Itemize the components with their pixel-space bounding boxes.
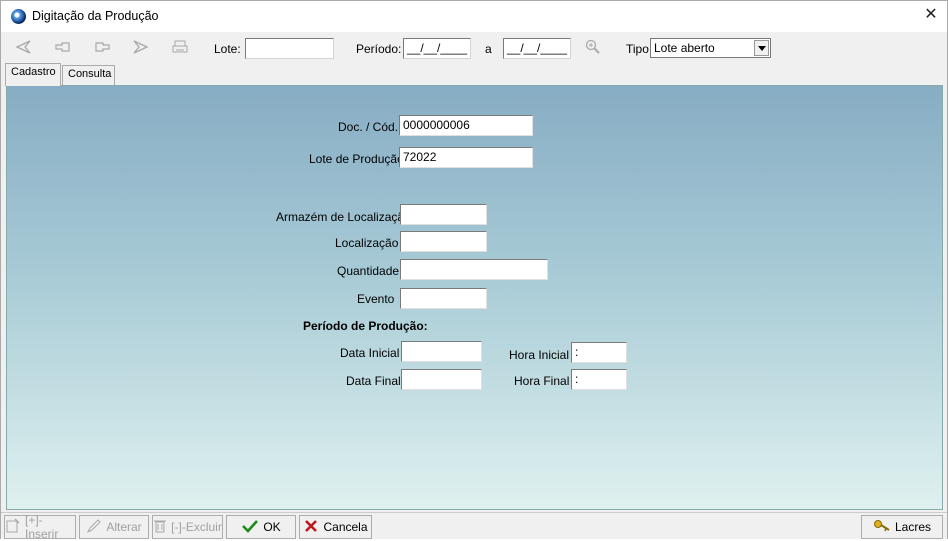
- tipo-label: Tipo: [626, 42, 649, 56]
- data-inicial-field[interactable]: [401, 341, 482, 362]
- cadastro-panel: Doc. / Cód. 0000000006 Lote de Produção …: [6, 85, 943, 510]
- alterar-button[interactable]: Alterar: [79, 515, 149, 539]
- tipo-selected-value: Lote aberto: [654, 41, 715, 55]
- last-icon[interactable]: [131, 39, 151, 57]
- data-final-label: Data Final: [346, 374, 401, 388]
- window-title: Digitação da Produção: [32, 9, 159, 23]
- excluir-label: [-]-Excluir: [171, 520, 222, 534]
- localizacao-label: Localização: [335, 236, 399, 250]
- ok-button[interactable]: OK: [226, 515, 296, 539]
- check-icon: [241, 518, 259, 536]
- cancela-label: Cancela: [323, 520, 368, 534]
- hora-inicial-label: Hora Inicial: [509, 348, 570, 362]
- periodo-fim-input[interactable]: __/__/____: [503, 38, 571, 59]
- periodo-separator: a: [485, 42, 492, 56]
- tab-cadastro[interactable]: Cadastro: [5, 63, 61, 86]
- periodo-inicio-input[interactable]: __/__/____: [403, 38, 471, 59]
- lacres-button[interactable]: Lacres: [861, 515, 943, 539]
- tab-consulta[interactable]: Consulta: [62, 65, 115, 85]
- cancel-x-icon: [303, 518, 319, 536]
- hora-inicial-field[interactable]: :: [571, 342, 627, 363]
- trash-icon: [153, 518, 167, 536]
- evento-field[interactable]: [400, 288, 487, 309]
- lacres-label: Lacres: [894, 520, 932, 534]
- excluir-button[interactable]: [-]-Excluir: [152, 515, 223, 539]
- lote-producao-label: Lote de Produção: [309, 152, 404, 166]
- localizacao-field[interactable]: [400, 231, 487, 252]
- periodo-label: Período:: [356, 42, 402, 56]
- close-icon[interactable]: ✕: [923, 7, 939, 23]
- window: Digitação da Produção ✕ Lote: Período: _…: [0, 0, 948, 541]
- doc-field[interactable]: 0000000006: [399, 115, 533, 136]
- insert-icon: [5, 518, 21, 536]
- next-icon[interactable]: [92, 39, 112, 57]
- first-icon[interactable]: [13, 39, 33, 57]
- lote-label: Lote:: [214, 42, 241, 56]
- ok-label: OK: [263, 520, 281, 534]
- lote-input[interactable]: [245, 38, 334, 59]
- magnifier-icon[interactable]: [583, 39, 603, 57]
- periodo-producao-title: Período de Produção:: [303, 319, 428, 333]
- previous-icon[interactable]: [53, 39, 73, 57]
- armazem-field[interactable]: [400, 204, 487, 225]
- quantidade-label: Quantidade: [337, 264, 400, 278]
- evento-label: Evento: [357, 292, 395, 306]
- data-final-field[interactable]: [401, 369, 482, 390]
- inserir-label: [+]-Inserir: [25, 513, 59, 541]
- hora-final-field[interactable]: :: [571, 369, 627, 390]
- doc-label: Doc. / Cód.: [338, 120, 399, 134]
- edit-icon: [86, 518, 102, 536]
- hora-final-label: Hora Final: [514, 374, 570, 388]
- armazem-label: Armazém de Localização: [276, 210, 411, 224]
- data-inicial-label: Data Inicial: [340, 346, 400, 360]
- alterar-label: Alterar: [106, 520, 142, 534]
- title-bar: Digitação da Produção ✕: [1, 1, 947, 32]
- lote-producao-field[interactable]: 72022: [399, 147, 533, 168]
- keys-icon: [873, 518, 891, 536]
- quantidade-field[interactable]: [400, 259, 548, 280]
- inserir-button[interactable]: [+]-Inserir: [4, 513, 76, 541]
- toolbar: Lote: Período: __/__/____ a __/__/____ T…: [1, 33, 947, 63]
- cancela-button[interactable]: Cancela: [299, 515, 372, 539]
- bottom-toolbar: [+]-Inserir Alterar [-]-Excluir OK Cance…: [1, 512, 947, 541]
- chevron-down-icon[interactable]: [754, 40, 769, 56]
- app-icon: [11, 9, 26, 24]
- print-icon[interactable]: [170, 39, 190, 57]
- tipo-select[interactable]: Lote aberto: [650, 38, 771, 58]
